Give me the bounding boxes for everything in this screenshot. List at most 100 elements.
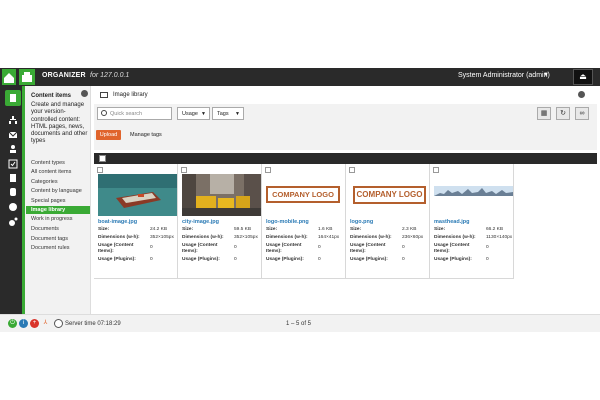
app-title: ORGANIZER [42, 72, 86, 79]
thumbnail-logo[interactable]: COMPANY LOGO [350, 174, 429, 216]
size-label: Size: [434, 227, 446, 232]
size-label: Size: [350, 227, 362, 232]
nav-item-image-library[interactable]: Image library [26, 206, 90, 214]
nav-item-documents[interactable]: Documents [31, 226, 59, 232]
server-time: Server time 07:18:29 [65, 321, 121, 327]
user-menu[interactable]: System Administrator (admin) [458, 72, 550, 79]
upload-button[interactable]: Upload [96, 130, 121, 140]
mail-icon[interactable] [8, 130, 18, 140]
company-logo: COMPANY LOGO [353, 186, 426, 204]
select-all-checkbox[interactable] [99, 155, 106, 162]
size-label: Size: [98, 227, 110, 232]
nav-item-document-rules[interactable]: Document rules [31, 245, 70, 251]
thumbnail-boat[interactable] [98, 174, 177, 216]
thumbnail-masthead[interactable] [434, 174, 513, 216]
image-card[interactable]: boat-image.jpg Size: 24.2 KB Dimensions … [94, 164, 178, 279]
image-card[interactable]: COMPANY LOGO logo.png Size: 2.3 KB Dimen… [346, 164, 430, 279]
chevron-down-icon[interactable]: ▼ [543, 72, 549, 78]
usage-content-label: Usage (Content Items): [98, 243, 134, 254]
search-icon [101, 110, 107, 116]
card-checkbox[interactable] [433, 167, 439, 173]
card-checkbox[interactable] [265, 167, 271, 173]
host-label: for 127.0.0.1 [90, 72, 130, 79]
dimensions-label: Dimensions (w-h): [266, 235, 308, 240]
nav-item-document-tags[interactable]: Document tags [31, 236, 68, 242]
usage-content-value: 0 [486, 245, 489, 250]
thumbnail-city[interactable] [182, 174, 261, 216]
size-value: 1.6 KB [318, 227, 333, 232]
dimensions-value: 352×105px [150, 235, 174, 240]
nav-item-all-content-items[interactable]: All content items [31, 169, 71, 175]
user-icon[interactable] [8, 144, 18, 154]
pin-icon[interactable] [81, 90, 88, 97]
nav-item-special-pages[interactable]: Special pages [31, 198, 66, 204]
tags-filter-label: Tags [217, 111, 229, 117]
file-name[interactable]: logo-mobile.png [266, 219, 309, 225]
usage-plugins-value: 0 [486, 257, 489, 262]
usage-content-label: Usage (Content Items): [434, 243, 470, 254]
usage-plugins-value: 0 [150, 257, 153, 262]
main-panel: Image library Quick search Usage ▼ Tags … [91, 86, 600, 314]
dimensions-value: 236×60px [402, 235, 424, 240]
usage-content-label: Usage (Content Items): [350, 243, 386, 254]
content-items-icon[interactable] [8, 93, 18, 103]
usage-content-value: 0 [318, 245, 321, 250]
globe-icon[interactable] [8, 202, 18, 212]
card-checkbox[interactable] [181, 167, 187, 173]
refresh-icon[interactable]: ↻ [556, 107, 570, 120]
document-icon[interactable] [8, 173, 18, 183]
grid-view-icon[interactable]: ▦ [537, 107, 551, 120]
image-card[interactable]: masthead.jpg Size: 66.2 KB Dimensions (w… [430, 164, 514, 279]
thumbnail-logo-mobile[interactable]: COMPANY LOGO [266, 174, 345, 216]
power-icon[interactable]: ⏻ [8, 319, 17, 328]
nav-item-content-by-language[interactable]: Content by language [31, 188, 82, 194]
usage-content-value: 0 [150, 245, 153, 250]
tags-filter[interactable]: Tags ▼ [212, 107, 244, 120]
image-card[interactable]: city-image.jpg Size: 59.5 KB Dimensions … [178, 164, 262, 279]
usage-plugins-value: 0 [318, 257, 321, 262]
file-name[interactable]: masthead.jpg [434, 219, 469, 225]
help-lifebuoy-icon[interactable]: + [30, 319, 39, 328]
file-name[interactable]: boat-image.jpg [98, 219, 137, 225]
organizer-app: ORGANIZER for 127.0.0.1 System Administr… [0, 68, 600, 332]
manage-tags-button[interactable]: Manage tags [130, 132, 162, 138]
nav-heading: Content items [31, 93, 72, 99]
dimensions-value: 1130×140px [486, 235, 513, 240]
view-glasses-icon[interactable]: ∞ [575, 107, 589, 120]
dimensions-value: 352×105px [234, 235, 258, 240]
image-card[interactable]: COMPANY LOGO logo-mobile.png Size: 1.6 K… [262, 164, 346, 279]
dimensions-value: 164×41px [318, 235, 340, 240]
nav-item-work-in-progress[interactable]: Work in progress [31, 216, 72, 222]
eject-icon[interactable]: ⏏ [573, 69, 593, 85]
nav-item-content-types[interactable]: Content types [31, 160, 65, 166]
usage-plugins-label: Usage (Plugins): [182, 257, 220, 262]
dimensions-label: Dimensions (w-h): [434, 235, 476, 240]
nav-item-categories[interactable]: Categories [31, 179, 58, 185]
breadcrumb: Image library [113, 92, 148, 98]
usage-filter[interactable]: Usage ▼ [177, 107, 210, 120]
company-logo: COMPANY LOGO [266, 186, 340, 203]
file-name[interactable]: city-image.jpg [182, 219, 219, 225]
checklist-icon[interactable] [8, 159, 18, 169]
nav-description: Create and manage your version-controlle… [31, 102, 88, 145]
size-value: 66.2 KB [486, 227, 504, 232]
file-name[interactable]: logo.png [350, 219, 373, 225]
chevron-down-icon: ▼ [201, 111, 206, 117]
size-value: 2.3 KB [402, 227, 417, 232]
settings-icon[interactable] [8, 217, 18, 227]
share-icon[interactable]: ⅄ [41, 319, 50, 328]
grid-header [94, 153, 597, 164]
module-icon-strip [0, 86, 24, 314]
pin-icon[interactable] [578, 91, 585, 98]
card-checkbox[interactable] [97, 167, 103, 173]
organizer-icon[interactable] [19, 69, 35, 85]
sitemap-icon[interactable] [8, 115, 18, 125]
database-icon[interactable] [8, 187, 18, 197]
search-input[interactable]: Quick search [97, 107, 172, 120]
card-checkbox[interactable] [349, 167, 355, 173]
info-icon[interactable]: i [19, 319, 28, 328]
home-icon[interactable] [2, 69, 16, 85]
dimensions-label: Dimensions (w-h): [350, 235, 392, 240]
search-placeholder: Quick search [110, 111, 143, 117]
usage-filter-label: Usage [182, 111, 198, 117]
